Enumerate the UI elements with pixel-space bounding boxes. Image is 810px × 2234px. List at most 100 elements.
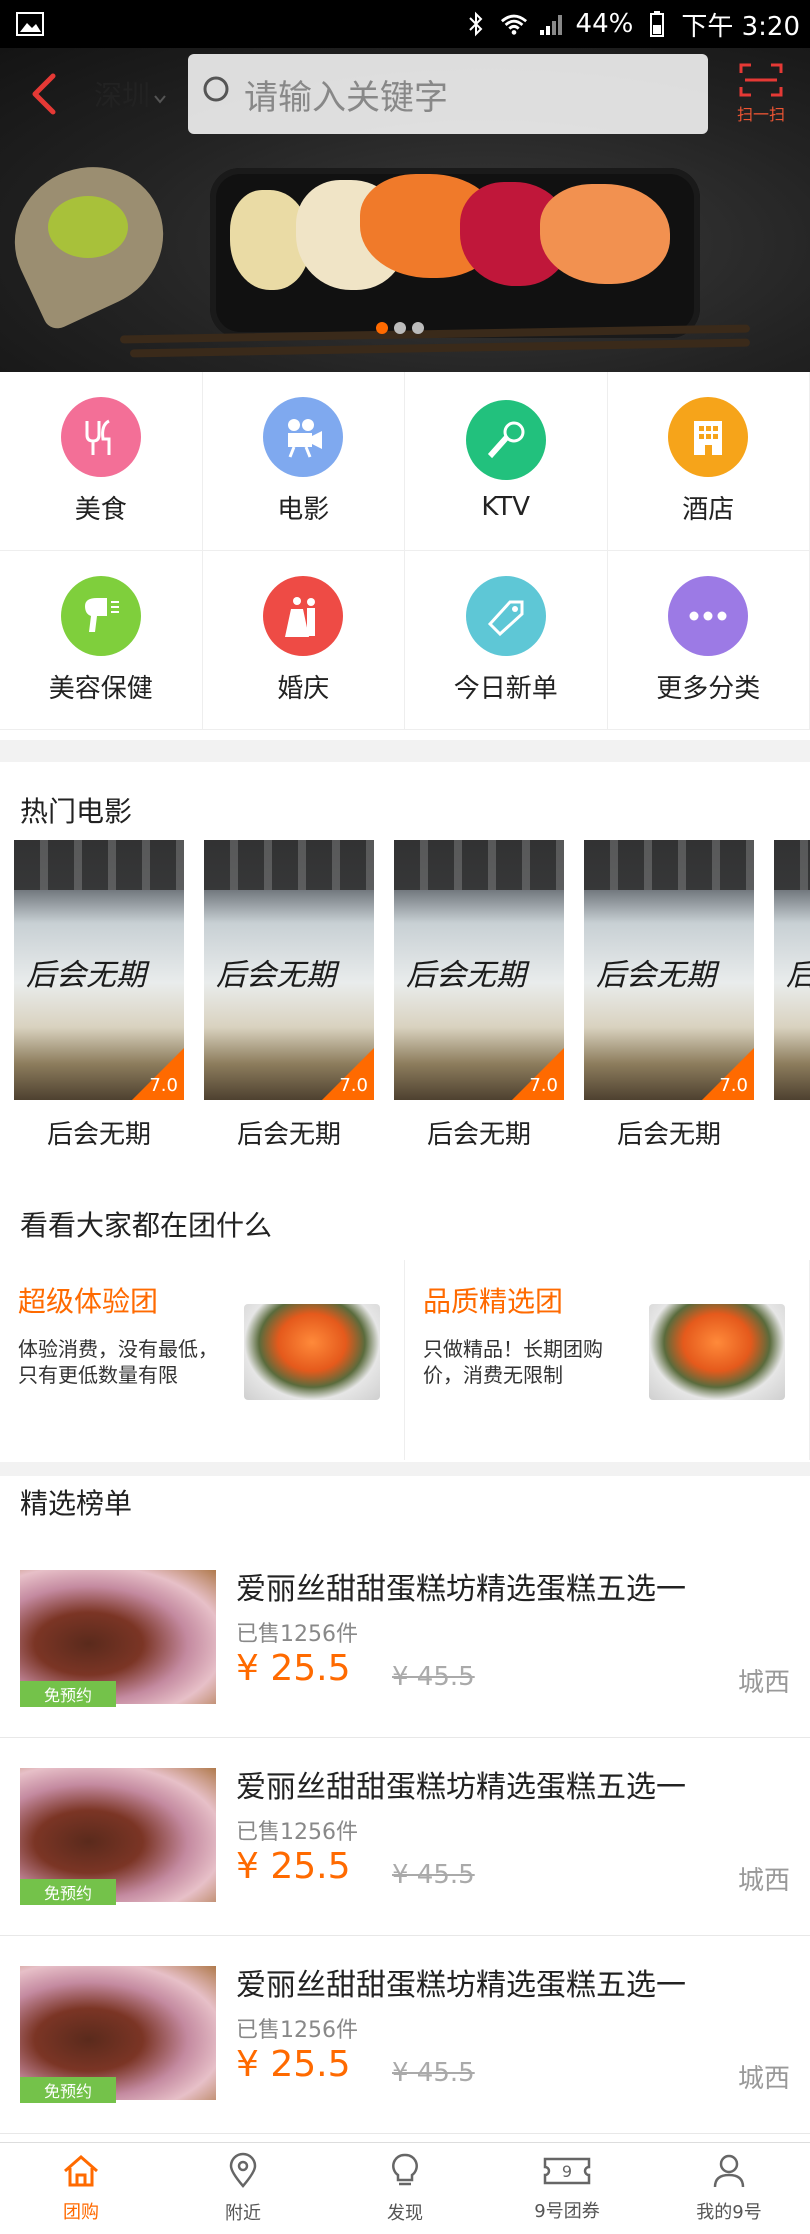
deal-sold: 已售1256件	[236, 2018, 358, 2043]
category-label: KTV	[481, 492, 531, 522]
tab-label: 发现	[387, 2203, 423, 2224]
location-pin-icon	[227, 2152, 259, 2195]
tab-label: 9号团券	[534, 2201, 600, 2222]
movie-carousel[interactable]: 后会无期 7.0 后会无期 后会无期 7.0 后会无期 后会无期 7.0 后会无…	[0, 840, 810, 1170]
deal-item[interactable]: 免预约 爱丽丝甜甜蛋糕坊精选蛋糕五选一 已售1256件 ¥ 25.5 ¥ 45.…	[0, 1936, 810, 2134]
hotel-icon	[668, 396, 749, 477]
group-card-image	[244, 1304, 380, 1400]
movie-poster: 后会无期 7.0	[14, 840, 184, 1100]
pager-dot[interactable]	[394, 322, 406, 334]
group-card[interactable]: 品质精选团 只做精品！长期团购价，消费无限制	[405, 1260, 810, 1460]
category-label: 美食	[74, 494, 127, 525]
deal-area: 城西	[737, 1668, 790, 1698]
movie-score: 7.0	[529, 1075, 558, 1096]
lightbulb-icon	[390, 2152, 420, 2195]
poster-title: 后会无期	[216, 958, 336, 993]
tab-label: 附近	[225, 2203, 261, 2224]
deal-original-price: ¥ 45.5	[392, 1860, 475, 1890]
deal-price: ¥ 25.5	[236, 1846, 351, 1887]
deal-badge: 免预约	[20, 1879, 116, 1905]
banner-pager	[376, 322, 424, 334]
city-selector[interactable]: 深圳	[94, 74, 166, 114]
deal-price: ¥ 25.5	[236, 2044, 351, 2085]
group-card-image	[649, 1304, 785, 1400]
movie-name: 后会无期	[426, 1120, 531, 1150]
search-bar: 深圳 请输入关键字 扫一扫	[0, 48, 810, 140]
category-grid: 美食 电影 KTV 酒店 美容保健 婚庆 今日新单 更多分类	[0, 372, 810, 730]
movie-poster: 后会无期 7.0	[204, 840, 374, 1100]
bluetooth-icon	[462, 10, 490, 38]
banner-wasabi	[48, 196, 128, 258]
search-input[interactable]: 请输入关键字	[188, 54, 709, 134]
back-button[interactable]	[14, 64, 74, 124]
tab-label: 我的9号	[696, 2202, 762, 2223]
group-card[interactable]: 超级体验团 体验消费，没有最低，只有更低数量有限	[0, 1260, 405, 1460]
utensils-icon	[60, 396, 141, 477]
deal-area: 城西	[737, 1866, 790, 1896]
movie-card[interactable]: 后会无期 7.0 后会无期	[10, 840, 188, 1170]
section-title-movies: 热门电影	[20, 795, 133, 828]
category-food[interactable]: 美食	[0, 372, 203, 551]
category-hotel[interactable]: 酒店	[607, 372, 810, 551]
category-ktv[interactable]: KTV	[405, 372, 608, 551]
category-more[interactable]: 更多分类	[607, 551, 810, 730]
tab-nearby[interactable]: 附近	[162, 2143, 324, 2234]
category-label: 酒店	[682, 494, 735, 525]
banner-sushi-5	[540, 184, 670, 284]
category-label: 电影	[277, 494, 330, 525]
section-divider	[0, 740, 810, 762]
movie-score: 7.0	[339, 1075, 368, 1096]
section-title-ranking: 精选榜单	[20, 1487, 133, 1520]
category-wedding[interactable]: 婚庆	[202, 551, 405, 730]
status-bar: 44% 下午 3:20	[0, 0, 810, 48]
movie-card[interactable]: 后会无期 7.0 后会无期	[200, 840, 378, 1170]
movie-card[interactable]: 后会无期 7.0 后会无期	[580, 840, 758, 1170]
deal-item[interactable]: 免预约 爱丽丝甜甜蛋糕坊精选蛋糕五选一 已售1256件 ¥ 25.5 ¥ 45.…	[0, 1738, 810, 1936]
movie-poster: 后	[774, 840, 810, 1100]
signal-icon	[538, 10, 566, 38]
bottom-tab-bar: 团购 附近 发现 9 9号团券 我的9号	[0, 2142, 810, 2234]
city-label: 深圳	[94, 79, 151, 112]
category-beauty[interactable]: 美容保健	[0, 551, 203, 730]
clock: 下午 3:20	[681, 11, 800, 42]
poster-title: 后	[786, 950, 810, 994]
home-icon	[61, 2153, 101, 2194]
tab-label: 团购	[63, 2202, 99, 2223]
tab-profile[interactable]: 我的9号	[648, 2143, 810, 2234]
section-title-group: 看看大家都在团什么	[20, 1209, 273, 1242]
movie-card[interactable]: 后 后	[770, 840, 810, 1170]
more-dots-icon	[668, 575, 749, 656]
hair-dryer-icon	[60, 575, 141, 656]
battery-percent: 44%	[575, 9, 634, 39]
movie-card[interactable]: 后会无期 7.0 后会无期	[390, 840, 568, 1170]
deal-price: ¥ 25.5	[236, 1648, 351, 1689]
tab-coupons[interactable]: 9 9号团券	[486, 2143, 648, 2234]
pager-dot[interactable]	[412, 322, 424, 334]
category-new-deals[interactable]: 今日新单	[405, 551, 608, 730]
deal-sold: 已售1256件	[236, 1622, 358, 1647]
tab-discover[interactable]: 发现	[324, 2143, 486, 2234]
deal-item[interactable]: 免预约 爱丽丝甜甜蛋糕坊精选蛋糕五选一 已售1256件 ¥ 25.5 ¥ 45.…	[0, 1540, 810, 1738]
deal-badge: 免预约	[20, 1681, 116, 1707]
scan-button[interactable]: 扫一扫	[726, 59, 796, 129]
deal-title: 爱丽丝甜甜蛋糕坊精选蛋糕五选一	[236, 1968, 686, 2003]
movie-score: 7.0	[149, 1075, 178, 1096]
movie-name: 后会无期	[46, 1120, 151, 1150]
group-card-desc: 只做精品！长期团购价，消费无限制	[423, 1337, 603, 1387]
gallery-notification-icon	[10, 9, 50, 39]
search-icon	[202, 74, 232, 114]
svg-text:9: 9	[562, 2162, 572, 2181]
pager-dot[interactable]	[376, 322, 388, 334]
category-movie[interactable]: 电影	[202, 372, 405, 551]
poster-title: 后会无期	[26, 958, 146, 993]
movie-poster: 后会无期 7.0	[394, 840, 564, 1100]
scan-label: 扫一扫	[736, 105, 785, 124]
deal-area: 城西	[737, 2064, 790, 2094]
tab-groupbuy[interactable]: 团购	[0, 2143, 162, 2234]
deal-sold: 已售1256件	[236, 1820, 358, 1845]
poster-title: 后会无期	[596, 958, 716, 993]
deal-title: 爱丽丝甜甜蛋糕坊精选蛋糕五选一	[236, 1572, 686, 1607]
microphone-icon	[465, 400, 546, 480]
category-label: 今日新单	[453, 673, 558, 704]
user-icon	[712, 2153, 746, 2194]
